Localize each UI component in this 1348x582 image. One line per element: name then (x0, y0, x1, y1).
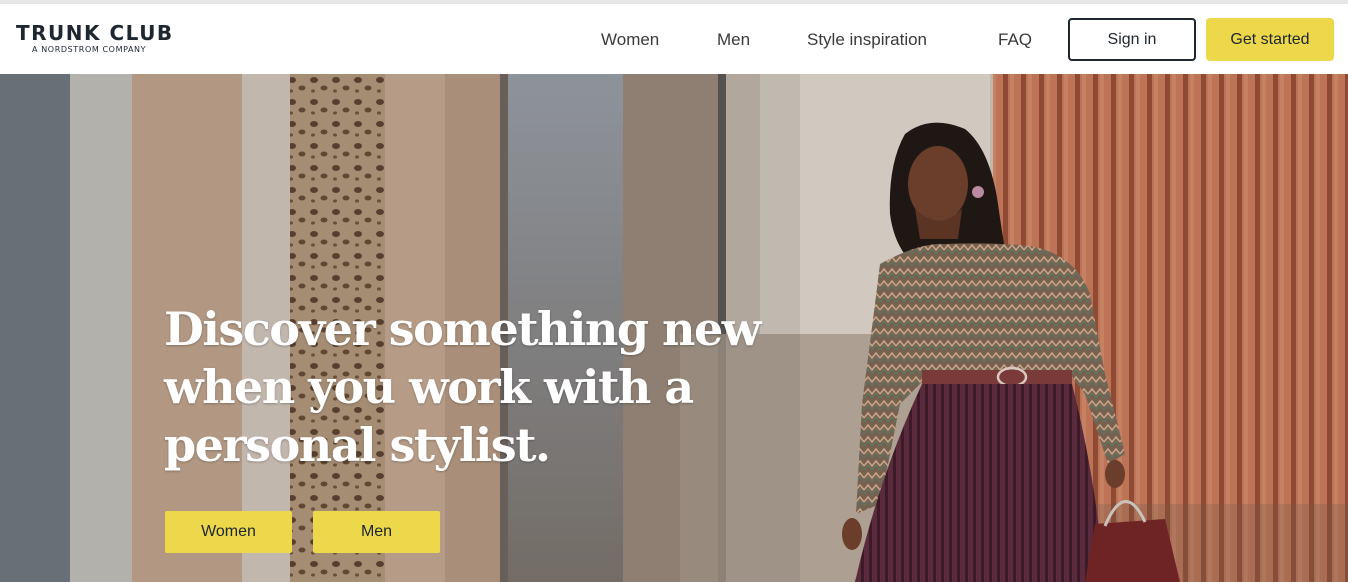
trunk-club-logo[interactable]: TRUNK CLUB A NORDSTROM COMPANY (16, 22, 186, 55)
hero-headline-line-3: personal stylist. (164, 418, 551, 472)
hero-headline-line-2: when you work with a (164, 360, 694, 414)
sign-in-button[interactable]: Sign in (1068, 18, 1196, 61)
nav-link-women[interactable]: Women (601, 30, 659, 50)
hero-headline: Discover something new when you work wit… (164, 300, 764, 474)
get-started-button[interactable]: Get started (1206, 18, 1334, 61)
site-header: TRUNK CLUB A NORDSTROM COMPANY Women Men… (0, 0, 1348, 74)
nav-link-men[interactable]: Men (717, 30, 750, 50)
nav-link-faq[interactable]: FAQ (998, 30, 1032, 50)
nav-link-style-inspiration[interactable]: Style inspiration (807, 30, 927, 50)
hero-women-button[interactable]: Women (165, 511, 292, 553)
hero-section: Discover something new when you work wit… (0, 74, 1348, 582)
hero-men-button[interactable]: Men (313, 511, 440, 553)
logo-wordmark: TRUNK CLUB (16, 21, 174, 45)
hero-headline-line-1: Discover something new (164, 302, 761, 356)
logo-tagline: A NORDSTROM COMPANY (32, 45, 147, 54)
